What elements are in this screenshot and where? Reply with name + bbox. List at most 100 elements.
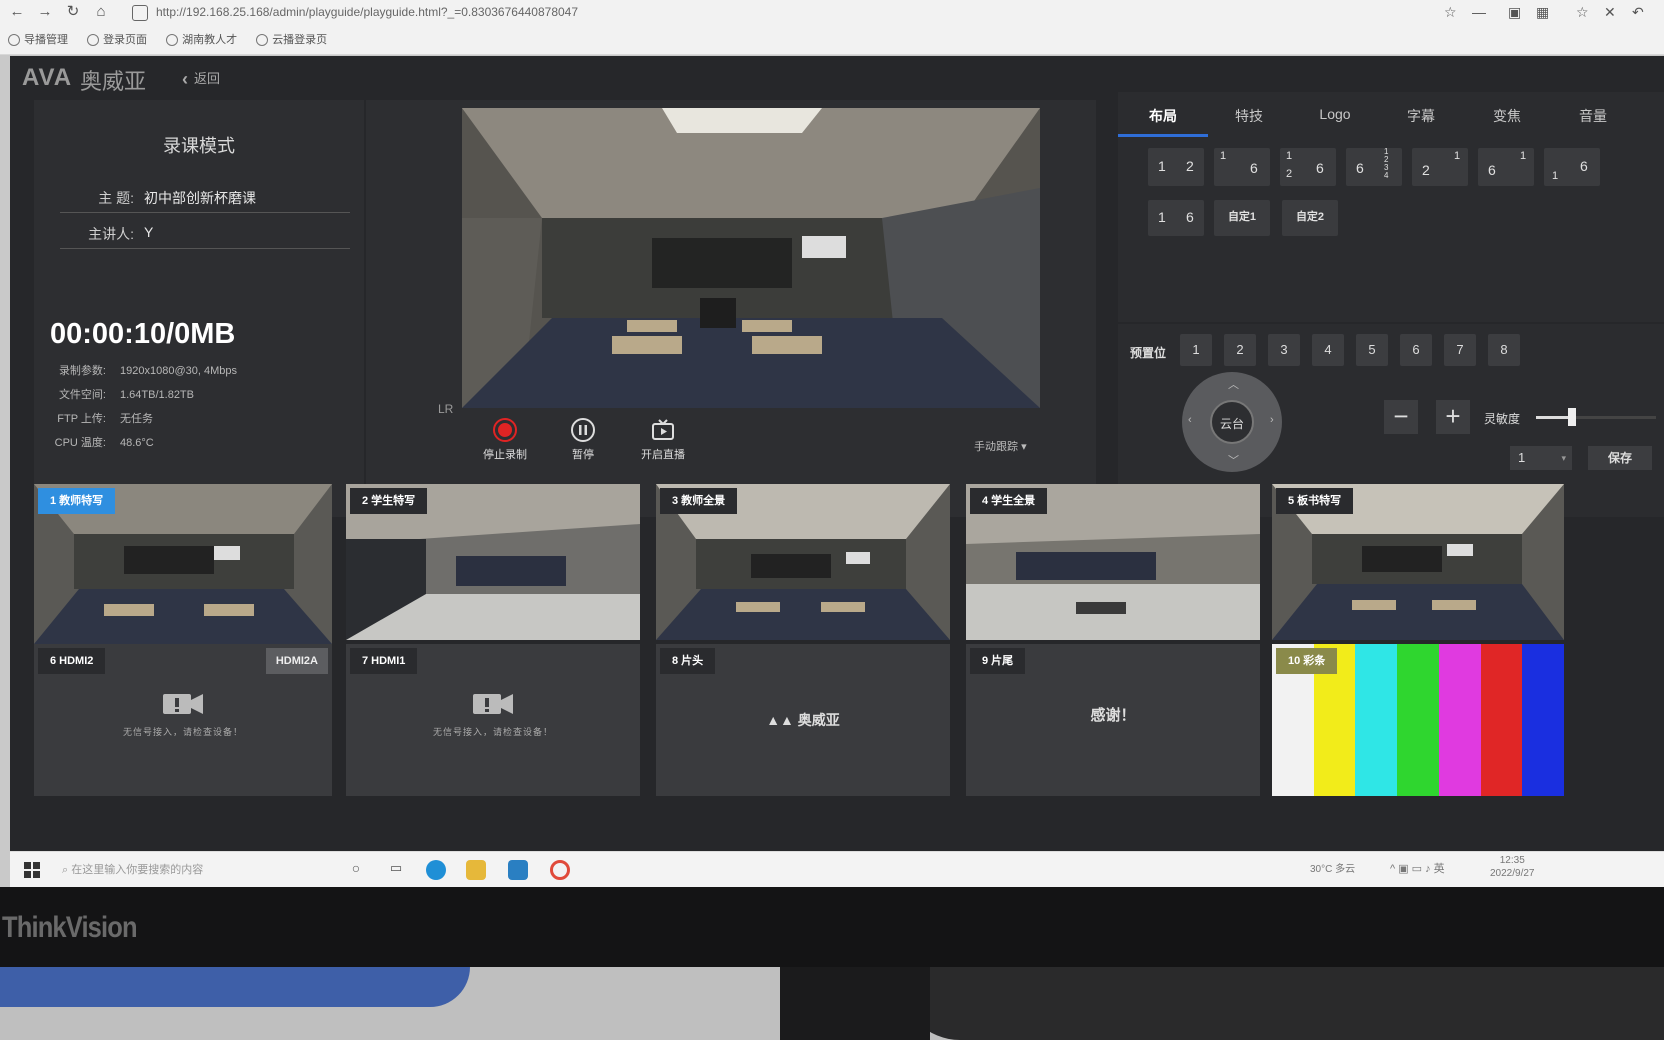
ptz-joystick[interactable]: ︿ ﹀ ‹ › 云台 (1182, 372, 1282, 472)
layout-option[interactable]: 126 (1280, 148, 1336, 186)
bookmark-item[interactable]: 登录页面 (87, 34, 147, 47)
task-view-icon[interactable]: ○ (346, 860, 366, 880)
record-stop-icon (493, 418, 517, 442)
save-preset-button[interactable]: 保存 (1588, 446, 1652, 470)
preset-button[interactable]: 8 (1488, 334, 1520, 366)
source-tile-9[interactable]: 9 片尾 感谢！ (966, 644, 1260, 796)
tab-volume[interactable]: 音量 (1548, 106, 1638, 134)
no-signal-indicator: 无信号接入，请检查设备！ (346, 692, 640, 740)
store-icon[interactable] (508, 860, 528, 880)
source-tile-10[interactable]: 10 彩条 (1272, 644, 1564, 796)
start-live-button[interactable]: 开启直播 (628, 418, 698, 462)
bookmark-item[interactable]: 云播登录页 (256, 34, 327, 47)
favorites-icon[interactable]: ☆ (1576, 2, 1589, 22)
search-icon: ⌕ (62, 864, 72, 876)
source-tile-5[interactable]: 5 板书特写 (1272, 484, 1564, 640)
layout-option[interactable]: 21 (1412, 148, 1468, 186)
taskbar-search[interactable]: ⌕ 在这里输入你要搜索的内容 (62, 858, 292, 882)
tab-logo[interactable]: Logo (1290, 106, 1380, 134)
tab-zoom[interactable]: 变焦 (1462, 106, 1552, 134)
star-icon[interactable]: ☆ (1444, 2, 1457, 22)
stop-record-button[interactable]: 停止录制 (470, 418, 540, 462)
bookmark-item[interactable]: 湖南教人才 (166, 34, 237, 47)
topic-label: 主 题: (98, 190, 134, 206)
layout-option[interactable]: 61 (1478, 148, 1534, 186)
preset-button[interactable]: 2 (1224, 334, 1256, 366)
window-icon[interactable]: ▣ (1508, 2, 1521, 22)
tracking-mode-dropdown[interactable]: 手动跟踪 ▾ (974, 438, 1027, 454)
chevron-up-icon[interactable]: ︿ (1228, 376, 1239, 392)
source-tile-6[interactable]: 6 HDMI2 HDMI2A 无信号接入，请检查设备！ (34, 644, 332, 796)
zoom-out-button[interactable]: − (1384, 400, 1418, 434)
preset-button[interactable]: 1 (1180, 334, 1212, 366)
ptz-center[interactable]: 云台 (1210, 400, 1254, 444)
tools-icon[interactable]: ✕ (1604, 2, 1616, 22)
bookmark-item[interactable]: 导播管理 (8, 34, 68, 47)
source-tag: HDMI2A (265, 648, 328, 674)
globe-icon (87, 34, 100, 47)
slider-handle[interactable] (1568, 408, 1576, 426)
slider-fill (1536, 416, 1572, 419)
recording-info-panel: 录课模式 主 题: 初中部创新杯磨课 主讲人: Y 00:00:10/0MB 录… (34, 100, 364, 517)
back-label: 返回 (194, 71, 221, 86)
preset-button[interactable]: 5 (1356, 334, 1388, 366)
reload-icon[interactable]: ↻ (62, 2, 84, 22)
tab-subtitle[interactable]: 字幕 (1376, 106, 1466, 134)
sensitivity-slider[interactable] (1536, 408, 1656, 426)
source-tile-1[interactable]: 1 教师特写 (34, 484, 332, 644)
layout-option[interactable]: 61234 (1346, 148, 1402, 186)
back-arrow-icon[interactable]: ← (6, 2, 28, 22)
blue-cloth (0, 967, 470, 1007)
layout-custom2-button[interactable]: 自定2 (1282, 200, 1338, 236)
cables (900, 967, 1664, 1040)
record-timer: 00:00:10/0MB (50, 318, 236, 350)
outro-text: 感谢！ (1090, 707, 1136, 724)
source-tile-4[interactable]: 4 学生全景 (966, 484, 1260, 640)
undo-icon[interactable]: ↶ (1632, 2, 1644, 22)
tab-effects[interactable]: 特技 (1204, 106, 1294, 134)
home-icon[interactable]: ⌂ (90, 2, 112, 22)
clock[interactable]: 12:35 2022/9/27 (1490, 854, 1535, 880)
preset-select[interactable]: 1 ▾ (1510, 446, 1572, 470)
address-bar[interactable]: http://192.168.25.168/admin/playguide/pl… (132, 2, 1422, 22)
zoom-in-button[interactable]: + (1436, 400, 1470, 434)
source-label: 3 教师全景 (660, 488, 738, 514)
grid-icon[interactable]: ▦ (1536, 2, 1549, 22)
monitor-bezel: ThinkVision (0, 887, 1664, 967)
source-label: 10 彩条 (1276, 648, 1338, 674)
chevron-right-icon[interactable]: › (1270, 414, 1274, 426)
system-tray-icons[interactable]: ^ ▣ ▭ ♪ 英 (1390, 860, 1445, 876)
layout-option[interactable]: 16 (1148, 200, 1204, 236)
file-explorer-icon[interactable] (466, 860, 486, 880)
minimize-icon[interactable]: — (1472, 2, 1486, 22)
preset-button[interactable]: 3 (1268, 334, 1300, 366)
topic-field[interactable]: 主 题: 初中部创新杯磨课 (60, 182, 350, 213)
forward-arrow-icon[interactable]: → (34, 2, 56, 22)
preset-button[interactable]: 7 (1444, 334, 1476, 366)
source-tile-8[interactable]: 8 片头 ▲▲ 奥威亚 (656, 644, 950, 796)
widgets-icon[interactable]: ▭ (386, 860, 406, 880)
tab-layout[interactable]: 布局 (1118, 106, 1208, 137)
preset-button[interactable]: 4 (1312, 334, 1344, 366)
source-tile-2[interactable]: 2 学生特写 (346, 484, 640, 640)
chrome-icon[interactable] (550, 860, 570, 880)
speaker-field[interactable]: 主讲人: Y (60, 218, 350, 249)
weather-widget[interactable]: 30°C 多云 (1310, 860, 1355, 875)
source-tile-7[interactable]: 7 HDMI1 无信号接入，请检查设备！ (346, 644, 640, 796)
pause-button[interactable]: 暂停 (548, 418, 618, 462)
monitor-stand (780, 967, 930, 1040)
layout-option[interactable]: 16 (1214, 148, 1270, 186)
speaker-label: 主讲人: (88, 226, 134, 242)
chevron-left-icon[interactable]: ‹ (1188, 414, 1192, 426)
back-button[interactable]: ‹ 返回 (182, 68, 220, 90)
preset-button[interactable]: 6 (1400, 334, 1432, 366)
windows-start-icon[interactable] (24, 862, 40, 878)
chevron-down-icon[interactable]: ﹀ (1228, 452, 1239, 468)
effects-tab-panel: 布局 特技 Logo 字幕 变焦 音量 12 16 126 61234 21 6… (1118, 92, 1664, 322)
layout-custom1-button[interactable]: 自定1 (1214, 200, 1270, 236)
layout-option[interactable]: 16 (1544, 148, 1600, 186)
program-preview (462, 108, 1040, 408)
edge-icon[interactable] (426, 860, 446, 880)
layout-option[interactable]: 12 (1148, 148, 1204, 186)
source-tile-3[interactable]: 3 教师全景 (656, 484, 950, 640)
